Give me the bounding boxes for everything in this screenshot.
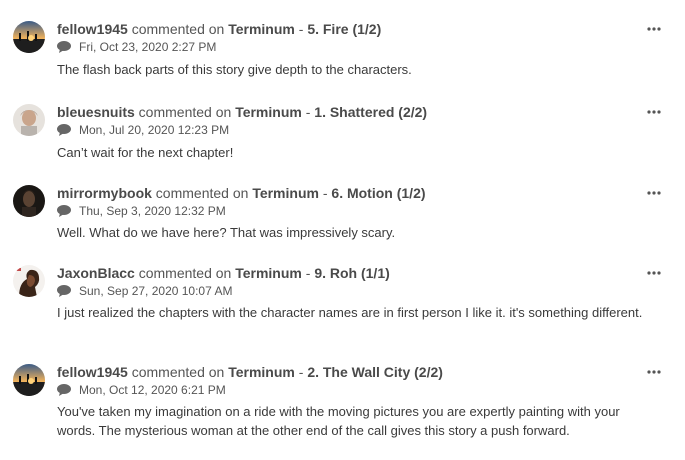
- user-avatar[interactable]: [13, 104, 45, 136]
- commented-on-text: commented on: [151, 185, 253, 201]
- comment-header: fellow1945 commented on Terminum - 5. Fi…: [57, 21, 381, 38]
- user-avatar[interactable]: [13, 185, 45, 217]
- more-options-icon[interactable]: [646, 189, 662, 197]
- commented-on-text: commented on: [127, 364, 229, 380]
- separator: -: [294, 21, 308, 37]
- commented-on-text: commented on: [127, 21, 229, 37]
- profile-avatar-image: [13, 265, 45, 297]
- username-link[interactable]: JaxonBlacc: [57, 265, 135, 281]
- commented-on-text: commented on: [134, 265, 236, 281]
- comment-timestamp: Fri, Oct 23, 2020 2:27 PM: [79, 40, 217, 54]
- comment-feed: fellow1945 commented on Terminum - 5. Fi…: [0, 0, 685, 460]
- comment-meta: Fri, Oct 23, 2020 2:27 PM: [57, 40, 216, 54]
- comment-text: The flash back parts of this story give …: [57, 62, 412, 77]
- comment-text: Can’t wait for the next chapter!: [57, 145, 234, 160]
- comment-meta: Mon, Jul 20, 2020 12:23 PM: [57, 123, 229, 137]
- sunset-avatar-image: [13, 364, 45, 396]
- user-avatar[interactable]: [13, 21, 45, 53]
- story-link[interactable]: Terminum: [228, 21, 295, 37]
- comment-header: fellow1945 commented on Terminum - 2. Th…: [57, 364, 443, 381]
- commented-on-text: commented on: [134, 104, 236, 120]
- dark-portrait-avatar-image: [13, 185, 45, 217]
- comment-timestamp: Mon, Oct 12, 2020 6:21 PM: [79, 383, 226, 397]
- username-link[interactable]: fellow1945: [57, 21, 128, 37]
- sunset-avatar-image: [13, 21, 45, 53]
- chapter-link[interactable]: 6. Motion (1/2): [331, 185, 425, 201]
- comment-bubble-icon: [57, 384, 71, 396]
- comment-meta: Sun, Sep 27, 2020 10:07 AM: [57, 284, 232, 298]
- separator: -: [301, 265, 315, 281]
- comment-text: Well. What do we have here? That was imp…: [57, 225, 396, 240]
- comment-bubble-icon: [57, 41, 71, 53]
- separator: -: [294, 364, 308, 380]
- username-link[interactable]: bleuesnuits: [57, 104, 135, 120]
- user-avatar[interactable]: [13, 265, 45, 297]
- user-avatar[interactable]: [13, 364, 45, 396]
- comment-header: mirrormybook commented on Terminum - 6. …: [57, 185, 426, 202]
- separator: -: [318, 185, 332, 201]
- more-options-icon[interactable]: [646, 108, 662, 116]
- comment-bubble-icon: [57, 205, 71, 217]
- username-link[interactable]: mirrormybook: [57, 185, 152, 201]
- chapter-link[interactable]: 9. Roh (1/1): [314, 265, 389, 281]
- more-options-icon[interactable]: [646, 269, 662, 277]
- portrait-avatar-image: [13, 104, 45, 136]
- comment-meta: Thu, Sep 3, 2020 12:32 PM: [57, 204, 226, 218]
- comment-header: JaxonBlacc commented on Terminum - 9. Ro…: [57, 265, 390, 282]
- comment-bubble-icon: [57, 124, 71, 136]
- chapter-link[interactable]: 2. The Wall City (2/2): [307, 364, 443, 380]
- comment-timestamp: Sun, Sep 27, 2020 10:07 AM: [79, 284, 233, 298]
- comment-timestamp: Thu, Sep 3, 2020 12:32 PM: [79, 204, 226, 218]
- comment-bubble-icon: [57, 285, 71, 297]
- chapter-link[interactable]: 1. Shattered (2/2): [314, 104, 427, 120]
- comment-text: I just realized the chapters with the ch…: [57, 305, 643, 320]
- story-link[interactable]: Terminum: [228, 364, 295, 380]
- comment-text: You've taken my imagination on a ride wi…: [57, 404, 620, 438]
- username-link[interactable]: fellow1945: [57, 364, 128, 380]
- separator: -: [301, 104, 315, 120]
- more-options-icon[interactable]: [646, 368, 662, 376]
- chapter-link[interactable]: 5. Fire (1/2): [307, 21, 381, 37]
- story-link[interactable]: Terminum: [235, 104, 302, 120]
- more-options-icon[interactable]: [646, 25, 662, 33]
- comment-header: bleuesnuits commented on Terminum - 1. S…: [57, 104, 427, 121]
- comment-timestamp: Mon, Jul 20, 2020 12:23 PM: [79, 123, 230, 137]
- comment-meta: Mon, Oct 12, 2020 6:21 PM: [57, 383, 226, 397]
- story-link[interactable]: Terminum: [235, 265, 302, 281]
- story-link[interactable]: Terminum: [252, 185, 319, 201]
